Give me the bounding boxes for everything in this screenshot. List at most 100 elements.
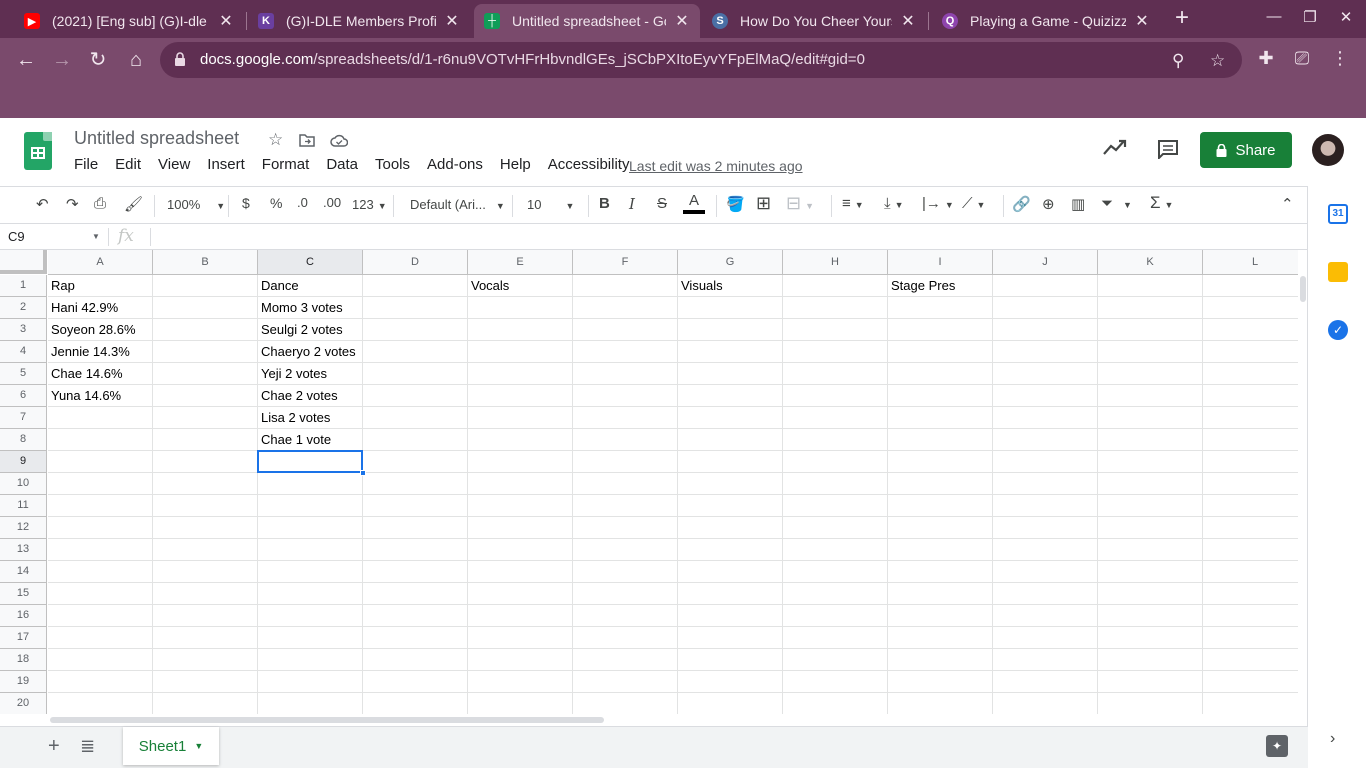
cell-f14[interactable] [573, 561, 678, 583]
cell-g9[interactable] [678, 451, 783, 473]
cell-j3[interactable] [993, 319, 1098, 341]
cell-g15[interactable] [678, 583, 783, 605]
cell-i10[interactable] [888, 473, 993, 495]
cell-d20[interactable] [363, 693, 468, 714]
cell-c14[interactable] [258, 561, 363, 583]
insert-link-icon[interactable]: 🔗 [1012, 195, 1031, 213]
italic-button[interactable]: I [629, 195, 635, 213]
row-header[interactable]: 19 [0, 671, 47, 693]
cell-d2[interactable] [363, 297, 468, 319]
cell-h10[interactable] [783, 473, 888, 495]
cell-k12[interactable] [1098, 517, 1203, 539]
cell-g18[interactable] [678, 649, 783, 671]
menu-format[interactable]: Format [262, 156, 310, 173]
cell-f20[interactable] [573, 693, 678, 714]
cell-k4[interactable] [1098, 341, 1203, 363]
cell-b19[interactable] [153, 671, 258, 693]
cell-k17[interactable] [1098, 627, 1203, 649]
menu-edit[interactable]: Edit [115, 156, 141, 173]
cell-k7[interactable] [1098, 407, 1203, 429]
fill-handle[interactable] [360, 470, 366, 476]
cell-l1[interactable] [1203, 275, 1298, 297]
cell-f7[interactable] [573, 407, 678, 429]
activity-trend-icon[interactable] [1102, 138, 1128, 156]
cell-f6[interactable] [573, 385, 678, 407]
share-button[interactable]: Share [1200, 132, 1292, 168]
column-header[interactable]: E [468, 250, 573, 275]
column-header[interactable]: G [678, 250, 783, 275]
minimize-icon[interactable]: — [1264, 8, 1284, 25]
cell-j2[interactable] [993, 297, 1098, 319]
cell-b14[interactable] [153, 561, 258, 583]
cell-f15[interactable] [573, 583, 678, 605]
column-header[interactable]: D [363, 250, 468, 275]
cell-g16[interactable] [678, 605, 783, 627]
cell-b6[interactable] [153, 385, 258, 407]
cell-j8[interactable] [993, 429, 1098, 451]
cell-d8[interactable] [363, 429, 468, 451]
cell-d9[interactable] [363, 451, 468, 473]
keep-icon[interactable] [1328, 262, 1348, 282]
column-header[interactable]: B [153, 250, 258, 275]
cell-e11[interactable] [468, 495, 573, 517]
cell-d15[interactable] [363, 583, 468, 605]
cell-g7[interactable] [678, 407, 783, 429]
cell-h17[interactable] [783, 627, 888, 649]
cell-f8[interactable] [573, 429, 678, 451]
cell-b12[interactable] [153, 517, 258, 539]
cell-d11[interactable] [363, 495, 468, 517]
cell-j15[interactable] [993, 583, 1098, 605]
row-header[interactable]: 7 [0, 407, 47, 429]
all-sheets-icon[interactable]: ≣ [80, 736, 95, 757]
cell-g1[interactable]: Visuals [678, 275, 783, 297]
text-rotation-icon[interactable]: ⟋ ▼ [962, 195, 985, 212]
merge-cells-icon[interactable]: ⊟ ▼ [786, 193, 814, 214]
cell-c12[interactable] [258, 517, 363, 539]
tasks-icon[interactable]: ✓ [1328, 320, 1348, 340]
font-family-select[interactable]: Default (Ari... ▼ [410, 197, 505, 212]
cell-b8[interactable] [153, 429, 258, 451]
select-all-corner[interactable] [0, 250, 47, 274]
cell-c18[interactable] [258, 649, 363, 671]
cell-d5[interactable] [363, 363, 468, 385]
cell-e19[interactable] [468, 671, 573, 693]
insert-chart-icon[interactable]: ▥ [1071, 195, 1085, 213]
cloud-saved-icon[interactable] [330, 134, 348, 147]
menu-help[interactable]: Help [500, 156, 531, 173]
new-tab-icon[interactable]: + [1170, 6, 1194, 30]
horizontal-scroll-thumb[interactable] [50, 717, 604, 723]
cell-d12[interactable] [363, 517, 468, 539]
cell-f10[interactable] [573, 473, 678, 495]
borders-icon[interactable]: ⊞ [756, 193, 771, 214]
cell-c16[interactable] [258, 605, 363, 627]
cell-k20[interactable] [1098, 693, 1203, 714]
cell-h20[interactable] [783, 693, 888, 714]
cell-c2[interactable]: Momo 3 votes [258, 297, 363, 319]
cast-icon[interactable]: ⎚ [1290, 48, 1314, 69]
cell-i15[interactable] [888, 583, 993, 605]
cell-e12[interactable] [468, 517, 573, 539]
cell-b7[interactable] [153, 407, 258, 429]
row-header[interactable]: 15 [0, 583, 47, 605]
cell-d13[interactable] [363, 539, 468, 561]
column-header[interactable]: K [1098, 250, 1203, 275]
decrease-decimal-button[interactable]: .0 [297, 195, 308, 210]
cell-j19[interactable] [993, 671, 1098, 693]
cell-j10[interactable] [993, 473, 1098, 495]
cell-b11[interactable] [153, 495, 258, 517]
cell-l20[interactable] [1203, 693, 1298, 714]
calendar-icon[interactable]: 31 [1328, 204, 1348, 224]
row-header[interactable]: 5 [0, 363, 47, 385]
increase-decimal-button[interactable]: .00 [323, 195, 341, 210]
text-wrapping-icon[interactable]: |→ ▼ [922, 195, 954, 212]
menu-data[interactable]: Data [326, 156, 358, 173]
cell-e1[interactable]: Vocals [468, 275, 573, 297]
cell-b20[interactable] [153, 693, 258, 714]
cell-e17[interactable] [468, 627, 573, 649]
column-header[interactable]: J [993, 250, 1098, 275]
cell-l10[interactable] [1203, 473, 1298, 495]
cell-h8[interactable] [783, 429, 888, 451]
cell-c5[interactable]: Yeji 2 votes [258, 363, 363, 385]
close-tab-icon[interactable]: ✕ [218, 11, 234, 31]
cell-b13[interactable] [153, 539, 258, 561]
